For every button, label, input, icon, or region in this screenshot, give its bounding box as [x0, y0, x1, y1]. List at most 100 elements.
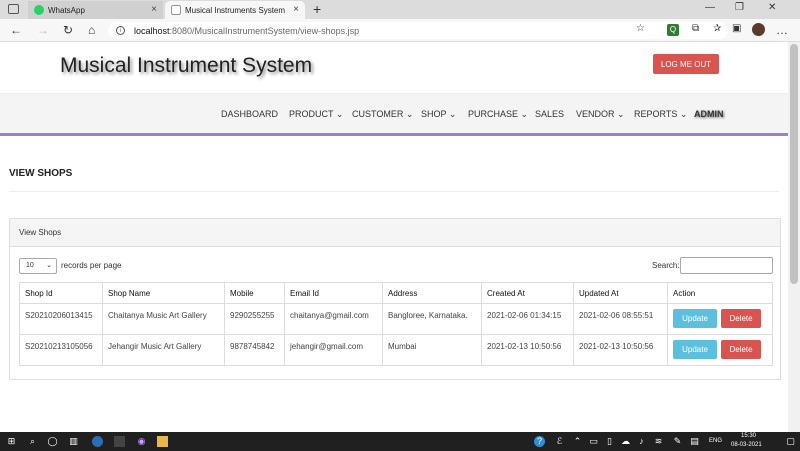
update-button[interactable]: Update	[673, 309, 717, 328]
tab-label: Musical Instruments System	[185, 5, 286, 15]
clock-time[interactable]: 15:30	[741, 433, 756, 439]
scrollbar-thumb[interactable]	[790, 44, 798, 284]
forward-icon[interactable]: →	[37, 23, 49, 37]
table-row: S20210213105056 Jehangir Music Art Galle…	[19, 334, 773, 366]
display-icon[interactable]: ▭	[588, 436, 599, 447]
notification-icon[interactable]: ▢	[785, 436, 796, 447]
wifi-icon[interactable]: ≋	[653, 436, 664, 447]
close-window-icon[interactable]: ✕	[768, 2, 776, 13]
close-icon[interactable]: ×	[151, 4, 157, 15]
cell-updated-at: 2021-02-06 08:55:51	[573, 303, 668, 335]
nav-admin[interactable]: ADMIN	[694, 109, 724, 119]
divider	[9, 191, 779, 192]
new-tab-icon[interactable]: +	[313, 1, 321, 17]
shops-table: Shop Id Shop Name Mobile Email Id Addres…	[19, 282, 773, 366]
cell-shop-name: Chaitanya Music Art Gallery	[102, 303, 225, 335]
cell-mobile: 9878745842	[224, 334, 285, 366]
nav-shop[interactable]: SHOP ⌄	[421, 109, 456, 120]
col-shop-name[interactable]: Shop Name	[102, 282, 225, 304]
chevron-up-icon[interactable]: ⌃	[572, 436, 583, 447]
col-action: Action	[667, 282, 773, 304]
nav-sales[interactable]: SALES	[535, 109, 564, 119]
page-viewport: Musical Instrument System LOG ME OUT DAS…	[0, 42, 788, 432]
widgets-icon[interactable]: ▥	[68, 436, 79, 447]
restore-icon[interactable]: ❐	[735, 2, 744, 13]
tray-icon[interactable]: ℰ	[554, 436, 565, 447]
col-address[interactable]: Address	[382, 282, 482, 304]
help-icon[interactable]: ?	[534, 436, 545, 447]
task-view-icon[interactable]: ◯	[47, 436, 58, 447]
avatar[interactable]	[752, 23, 765, 36]
nav-customer[interactable]: CUSTOMER ⌄	[352, 109, 413, 120]
language-indicator[interactable]: ENG	[709, 438, 722, 444]
nav-vendor[interactable]: VENDOR ⌄	[576, 109, 625, 120]
col-updated-at[interactable]: Updated At	[573, 282, 668, 304]
shops-panel: View Shops 10 ⌄ records per page Search:…	[9, 218, 781, 380]
cell-email: jehangir@gmail.com	[284, 334, 383, 366]
cell-email: chaitanya@gmail.com	[284, 303, 383, 335]
nav-reports[interactable]: REPORTS ⌄	[634, 109, 687, 120]
browser-tab-bar: WhatsApp × Musical Instruments System × …	[0, 0, 800, 19]
more-icon[interactable]: …	[776, 23, 788, 37]
records-per-page-label: records per page	[61, 261, 122, 270]
cloud-icon[interactable]: ☁	[620, 436, 631, 447]
tab-whatsapp[interactable]: WhatsApp ×	[28, 1, 163, 19]
col-mobile[interactable]: Mobile	[224, 282, 285, 304]
keyboard-icon[interactable]: ▤	[689, 436, 700, 447]
cell-shop-name: Jehangir Music Art Gallery	[102, 334, 225, 366]
info-icon[interactable]: i	[116, 26, 125, 35]
cell-created-at: 2021-02-06 01:34:15	[481, 303, 574, 335]
cell-shop-id: S20210206013415	[19, 303, 103, 335]
refresh-icon[interactable]: ↻	[63, 23, 73, 37]
delete-button[interactable]: Delete	[721, 309, 761, 328]
col-created-at[interactable]: Created At	[481, 282, 574, 304]
records-per-page-select[interactable]: 10 ⌄	[19, 258, 57, 274]
nav-purchase[interactable]: PURCHASE ⌄	[468, 109, 528, 120]
extension-icon[interactable]: Q	[667, 24, 679, 36]
search-icon[interactable]: ⌕	[27, 436, 38, 447]
url-path: :8080/MusicalInstrumentSystem/view-shops…	[169, 25, 360, 36]
url-field[interactable]: i localhost:8080/MusicalInstrumentSystem…	[108, 22, 728, 39]
collections-bar-icon[interactable]: ▣	[732, 23, 741, 34]
main-navbar: DASHBOARD PRODUCT ⌄ CUSTOMER ⌄ SHOP ⌄ PU…	[0, 94, 788, 136]
cell-mobile: 9290255255	[224, 303, 285, 335]
clock-date[interactable]: 08-03-2021	[731, 442, 762, 448]
favorites-bar-icon[interactable]: ✰	[713, 23, 721, 34]
col-email[interactable]: Email Id	[284, 282, 383, 304]
col-shop-id[interactable]: Shop Id	[19, 282, 103, 304]
address-bar-row: ← → ↻ ⌂ i localhost:8080/MusicalInstrume…	[0, 19, 800, 42]
panel-title: View Shops	[10, 219, 780, 247]
table-row: S20210206013415 Chaitanya Music Art Gall…	[19, 303, 773, 335]
nav-dashboard[interactable]: DASHBOARD	[221, 109, 278, 119]
nav-product[interactable]: PRODUCT ⌄	[289, 109, 343, 120]
cell-updated-at: 2021-02-13 10:50:56	[573, 334, 668, 366]
windows-start-icon[interactable]: ⊞	[6, 436, 17, 447]
logout-button[interactable]: LOG ME OUT	[653, 54, 719, 74]
cell-address: Mumbai	[382, 334, 482, 366]
cell-shop-id: S20210213105056	[19, 334, 103, 366]
home-icon[interactable]: ⌂	[88, 23, 95, 37]
pen-icon[interactable]: ✎	[672, 436, 683, 447]
battery-icon[interactable]: ▯	[604, 436, 615, 447]
cell-created-at: 2021-02-13 10:50:56	[481, 334, 574, 366]
file-explorer-icon[interactable]	[157, 436, 168, 447]
terminal-icon[interactable]	[114, 436, 125, 447]
favorite-icon[interactable]: ☆	[636, 23, 645, 34]
search-input[interactable]	[680, 257, 773, 274]
update-button[interactable]: Update	[673, 340, 717, 359]
minimize-icon[interactable]: —	[705, 2, 715, 13]
back-icon[interactable]: ←	[10, 23, 22, 37]
eclipse-icon[interactable]: ◉	[136, 436, 147, 447]
volume-icon[interactable]: ♪	[636, 436, 647, 447]
tab-actions-icon[interactable]	[8, 4, 19, 14]
chevron-down-icon: ⌄	[46, 262, 52, 269]
edge-icon[interactable]	[92, 436, 103, 447]
delete-button[interactable]: Delete	[721, 340, 761, 359]
site-title: Musical Instrument System	[60, 54, 313, 77]
taskbar: ⊞ ⌕ ◯ ▥ ◉ ? ℰ ⌃ ▭ ▯ ☁ ♪ ≋ ✎ ▤ ENG 15:30 …	[0, 432, 800, 451]
tab-musical-instruments[interactable]: Musical Instruments System ×	[165, 1, 305, 19]
collections-icon[interactable]: ⧉	[692, 23, 699, 34]
page-scrollbar[interactable]	[788, 42, 800, 432]
tab-label: WhatsApp	[48, 5, 85, 15]
close-icon[interactable]: ×	[293, 4, 299, 15]
